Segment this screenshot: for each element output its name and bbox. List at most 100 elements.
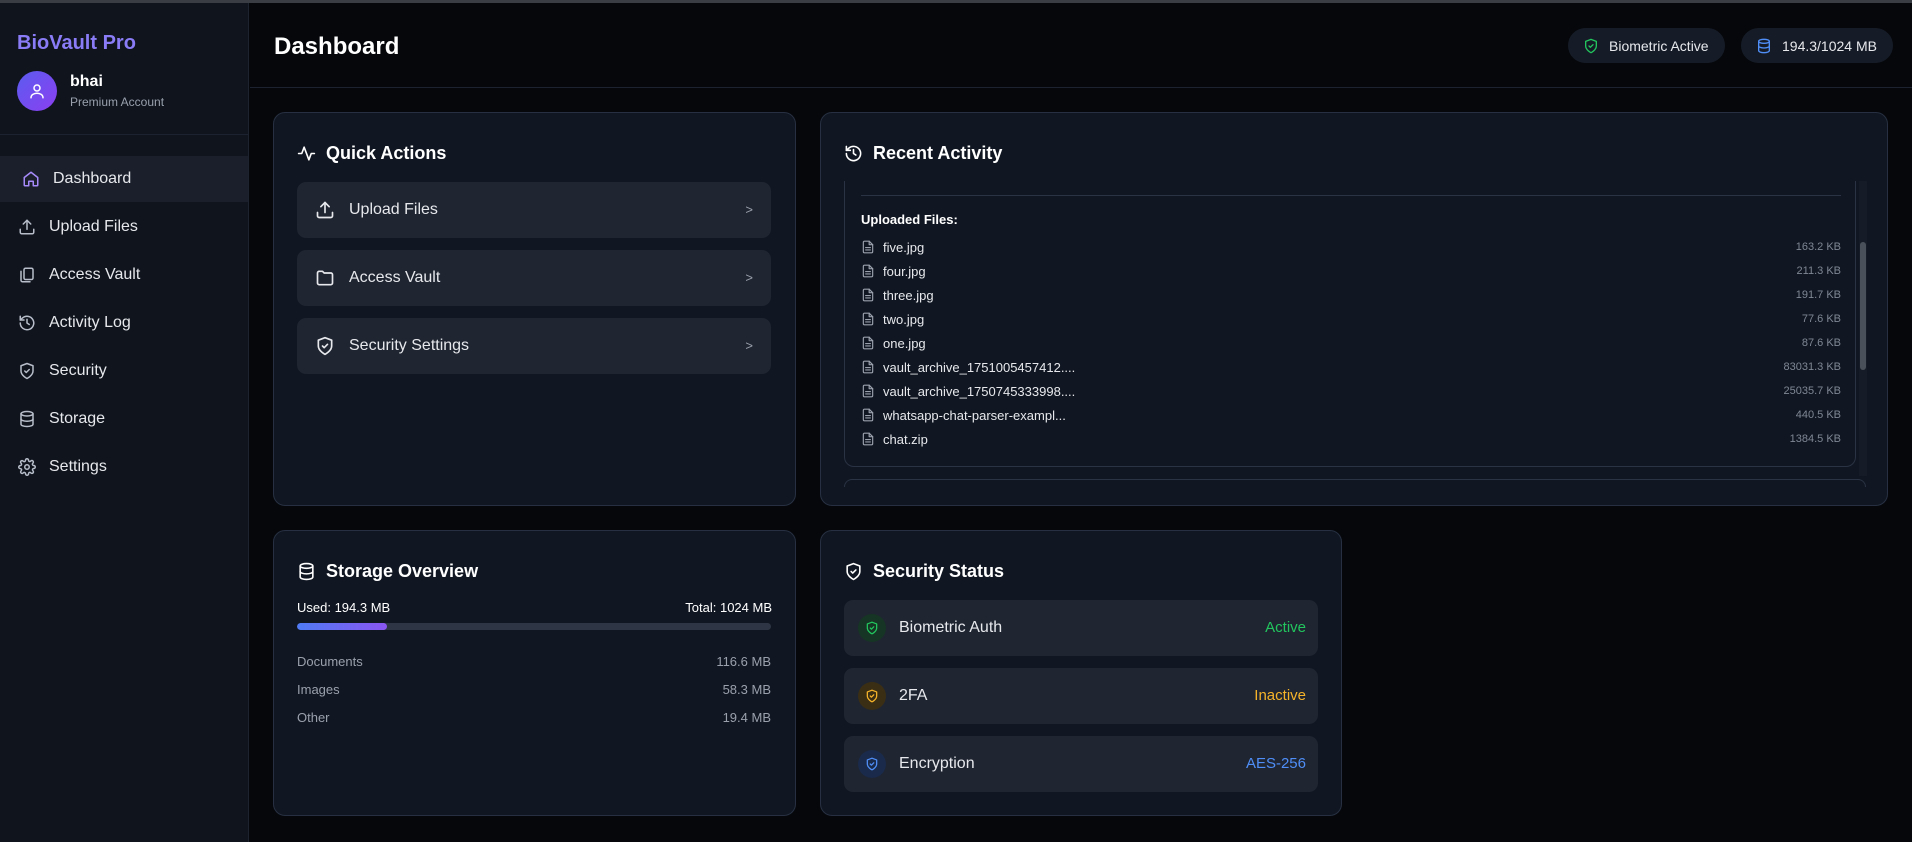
file-name: three.jpg xyxy=(883,287,934,303)
next-activity-panel-edge xyxy=(844,479,1866,487)
sidebar-divider xyxy=(0,134,248,135)
storage-category-value: 19.4 MB xyxy=(722,710,771,725)
list-item[interactable]: three.jpg 191.7 KB xyxy=(861,283,1841,307)
list-item[interactable]: two.jpg 77.6 KB xyxy=(861,307,1841,331)
shield-check-icon xyxy=(846,562,861,581)
storage-row-other: Other 19.4 MB xyxy=(297,710,771,725)
scrollbar[interactable] xyxy=(1859,181,1867,476)
upload-files-button[interactable]: Upload Files > xyxy=(297,182,771,238)
file-name: vault_archive_1751005457412.... xyxy=(883,359,1076,375)
brand-logo-text[interactable]: BioVault Pro xyxy=(17,32,136,55)
file-name: one.jpg xyxy=(883,335,926,351)
sidebar-item-settings[interactable]: Settings xyxy=(0,444,248,490)
user-name: bhai xyxy=(70,73,103,90)
scrollbar-thumb[interactable] xyxy=(1860,242,1866,370)
storage-category-label: Images xyxy=(297,682,340,697)
sidebar-item-activity-log[interactable]: Activity Log xyxy=(0,300,248,346)
avatar[interactable] xyxy=(17,71,57,111)
security-item-status: Active xyxy=(1265,619,1306,636)
list-item[interactable]: five.jpg 163.2 KB xyxy=(861,235,1841,259)
database-icon xyxy=(299,562,314,581)
storage-row-documents: Documents 116.6 MB xyxy=(297,654,771,669)
storage-used-label: Used: 194.3 MB xyxy=(297,600,391,615)
list-item[interactable]: vault_archive_1751005457412.... 83031.3 … xyxy=(861,355,1841,379)
file-name: vault_archive_1750745333998.... xyxy=(883,383,1076,399)
storage-category-value: 58.3 MB xyxy=(722,682,771,697)
security-status-card: Security Status Biometric Auth Active 2F… xyxy=(820,530,1342,816)
storage-usage-text: 194.3/1024 MB xyxy=(1782,37,1877,54)
file-size: 191.7 KB xyxy=(1795,289,1841,301)
storage-category-label: Other xyxy=(297,710,330,725)
sidebar-item-storage[interactable]: Storage xyxy=(0,396,248,442)
top-header: Dashboard Biometric Active 194.3/1024 MB xyxy=(250,3,1912,88)
activity-scroll-area[interactable]: Uploaded Files: five.jpg 163.2 KB four.j… xyxy=(844,181,1856,467)
shield-check-icon xyxy=(317,336,333,356)
recent-activity-title: Recent Activity xyxy=(844,143,1002,164)
security-settings-label: Security Settings xyxy=(349,337,470,354)
access-vault-button[interactable]: Access Vault > xyxy=(297,250,771,306)
upload-files-label: Upload Files xyxy=(349,201,438,218)
sidebar-item-dashboard[interactable]: Dashboard xyxy=(0,156,248,202)
list-item[interactable]: vault_archive_1750745333998.... 25035.7 … xyxy=(861,379,1841,403)
storage-total-label: Total: 1024 MB xyxy=(685,600,772,615)
sidebar-item-label: Access Vault xyxy=(49,266,141,283)
list-item[interactable]: one.jpg 87.6 KB xyxy=(861,331,1841,355)
sidebar-item-label: Activity Log xyxy=(49,314,131,331)
security-row-biometric[interactable]: Biometric Auth Active xyxy=(844,600,1318,656)
file-icon xyxy=(862,384,874,398)
sidebar-item-access-vault[interactable]: Access Vault xyxy=(0,252,248,298)
folder-icon xyxy=(316,270,334,286)
file-size: 83031.3 KB xyxy=(1783,361,1842,373)
file-icon xyxy=(862,360,874,374)
security-item-status: Inactive xyxy=(1254,687,1306,704)
history-icon xyxy=(19,315,35,331)
security-item-status: AES-256 xyxy=(1245,755,1306,772)
shield-check-icon xyxy=(1585,38,1597,53)
security-row-2fa[interactable]: 2FA Inactive xyxy=(844,668,1318,724)
history-icon xyxy=(845,145,862,162)
file-size: 163.2 KB xyxy=(1795,241,1841,253)
list-item[interactable]: chat.zip 1384.5 KB xyxy=(861,427,1841,451)
storage-category-value: 116.6 MB xyxy=(716,654,771,669)
user-profile[interactable]: bhai Premium Account xyxy=(17,71,164,111)
file-icon xyxy=(862,312,874,326)
twofa-shield-icon xyxy=(858,682,886,710)
quick-actions-title: Quick Actions xyxy=(297,143,446,164)
shield-icon xyxy=(20,362,34,380)
sidebar-item-security[interactable]: Security xyxy=(0,348,248,394)
home-icon xyxy=(23,171,39,187)
activity-icon xyxy=(297,146,316,161)
security-item-label: Biometric Auth xyxy=(899,619,1003,636)
biometric-status-badge[interactable]: Biometric Active xyxy=(1568,28,1725,63)
biometric-shield-icon xyxy=(858,614,886,642)
security-row-encryption[interactable]: Encryption AES-256 xyxy=(844,736,1318,792)
sidebar-item-label: Upload Files xyxy=(49,218,138,235)
list-item[interactable]: four.jpg 211.3 KB xyxy=(861,259,1841,283)
file-icon xyxy=(862,432,874,446)
page-title: Dashboard xyxy=(274,33,400,60)
sidebar: BioVault Pro bhai Premium Account Dashbo… xyxy=(0,3,249,842)
security-item-label: 2FA xyxy=(899,687,928,704)
file-name: two.jpg xyxy=(883,311,925,327)
file-size: 77.6 KB xyxy=(1801,313,1841,325)
files-icon xyxy=(20,267,34,283)
activity-divider xyxy=(861,195,1841,196)
security-settings-button[interactable]: Security Settings > xyxy=(297,318,771,374)
file-size: 211.3 KB xyxy=(1796,265,1841,277)
access-vault-label: Access Vault xyxy=(349,269,441,286)
storage-overview-title: Storage Overview xyxy=(297,561,478,582)
sidebar-item-upload-files[interactable]: Upload Files xyxy=(0,204,248,250)
storage-usage-badge[interactable]: 194.3/1024 MB xyxy=(1741,28,1893,63)
storage-overview-card: Storage Overview Used: 194.3 MB Total: 1… xyxy=(273,530,796,816)
sidebar-item-label: Dashboard xyxy=(53,170,132,187)
file-size: 87.6 KB xyxy=(1801,337,1841,349)
sidebar-item-label: Settings xyxy=(49,458,107,475)
file-name: whatsapp-chat-parser-exampl... xyxy=(883,407,1066,423)
list-item[interactable]: whatsapp-chat-parser-exampl... 440.5 KB xyxy=(861,403,1841,427)
file-size: 25035.7 KB xyxy=(1783,385,1842,397)
security-status-title: Security Status xyxy=(844,561,1004,582)
chevron-right-icon: > xyxy=(745,202,753,217)
file-size: 440.5 KB xyxy=(1795,409,1841,421)
upload-icon xyxy=(19,219,35,235)
account-plan: Premium Account xyxy=(70,95,165,109)
